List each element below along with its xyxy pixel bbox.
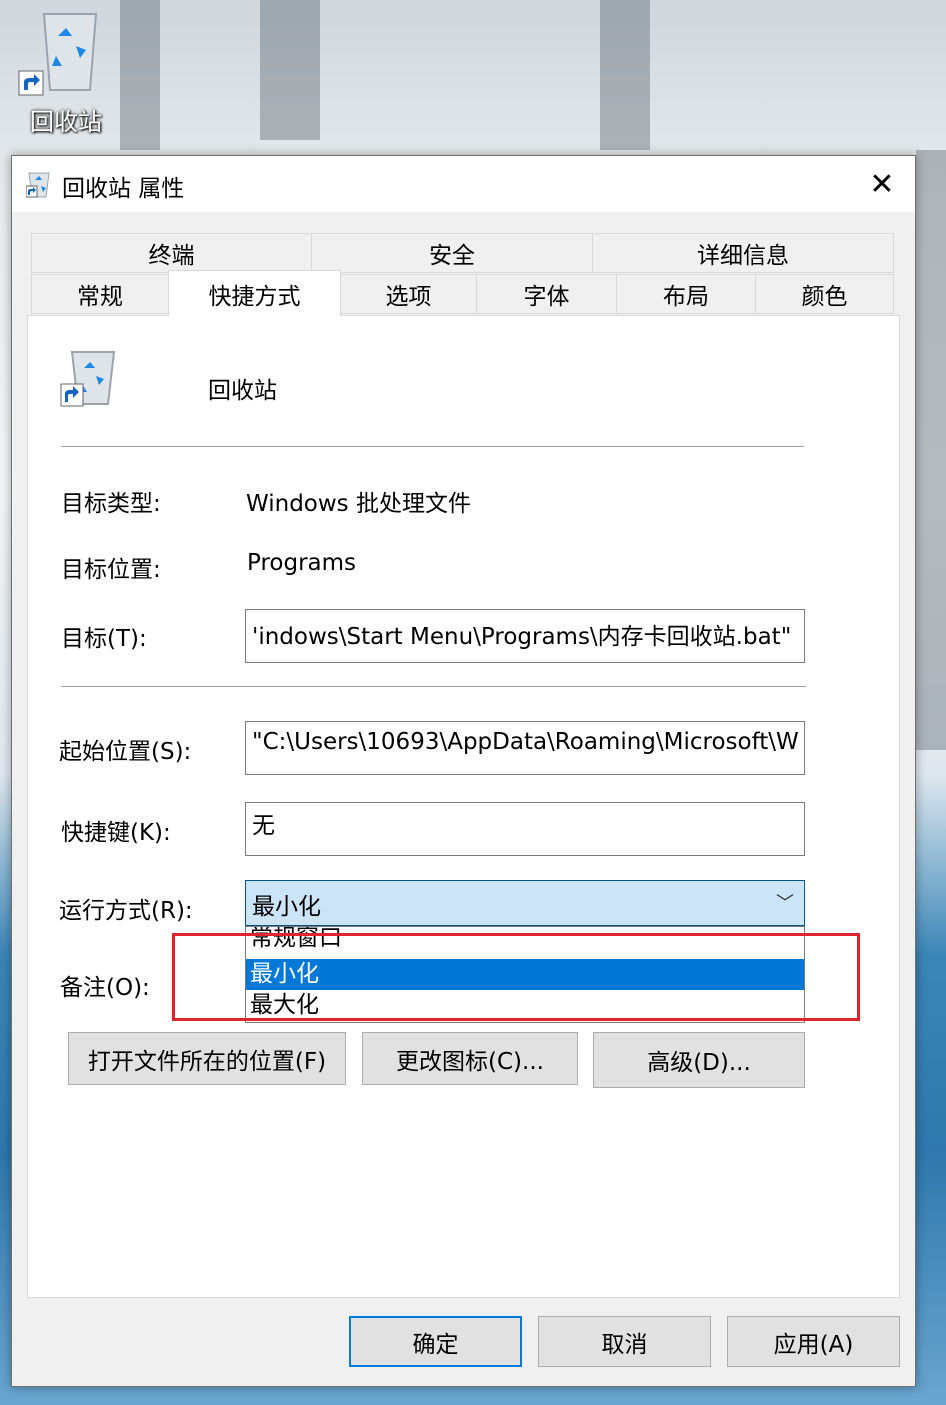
advanced-button[interactable]: 高级(D)... [593, 1032, 805, 1088]
tab-label: 字体 [523, 284, 570, 310]
run-mode-value: 最小化 [252, 894, 321, 920]
divider [61, 446, 804, 447]
cancel-button[interactable]: 取消 [538, 1316, 711, 1367]
run-mode-select[interactable]: 最小化 ﹀ [245, 880, 805, 926]
shortcut-arrow-icon [18, 70, 44, 96]
comment-label: 备注(O): [60, 975, 150, 1001]
change-icon-button[interactable]: 更改图标(C)... [362, 1032, 578, 1085]
target-location-label: 目标位置: [61, 557, 161, 583]
tab-options[interactable]: 选项 [340, 274, 477, 314]
tab-label: 安全 [429, 243, 475, 269]
recycle-bin-icon [42, 13, 98, 91]
hotkey-field[interactable]: 无 [245, 802, 805, 856]
tab-label: 颜色 [801, 284, 848, 310]
background-tree [120, 0, 160, 150]
button-label: 应用(A) [773, 1331, 854, 1358]
target-field[interactable]: 'indows\Start Menu\Programs\内存卡回收站.bat" [245, 609, 805, 663]
tab-terminal[interactable]: 终端 [31, 233, 312, 273]
target-label: 目标(T): [61, 626, 147, 652]
tab-content-panel: 回收站 目标类型: Windows 批处理文件 目标位置: Programs 目… [27, 315, 900, 1298]
tab-label: 快捷方式 [208, 283, 301, 310]
target-type-label: 目标类型: [61, 491, 161, 517]
apply-button[interactable]: 应用(A) [727, 1316, 900, 1367]
tab-label: 布局 [663, 284, 709, 310]
button-label: 更改图标(C)... [396, 1048, 544, 1075]
tab-colors[interactable]: 颜色 [755, 274, 894, 314]
chevron-down-icon: ﹀ [776, 893, 794, 914]
ok-button[interactable]: 确定 [349, 1316, 522, 1367]
hotkey-label: 快捷键(K): [61, 820, 171, 846]
tab-shortcut[interactable]: 快捷方式 [168, 270, 341, 316]
button-label: 取消 [601, 1331, 648, 1358]
background-tree [916, 150, 946, 750]
tab-label: 选项 [385, 284, 432, 310]
background-tree [600, 0, 650, 150]
button-label: 确定 [412, 1331, 459, 1358]
tab-details[interactable]: 详细信息 [592, 233, 894, 273]
recycle-bin-icon [26, 172, 50, 198]
close-button[interactable]: ✕ [849, 156, 915, 212]
title-bar[interactable]: 回收站 属性 ✕ [12, 156, 915, 212]
button-label: 打开文件所在的位置(F) [87, 1048, 327, 1075]
desktop-recycle-bin-shortcut[interactable]: 回收站 [18, 4, 110, 136]
tab-label: 终端 [148, 243, 195, 269]
target-location-value: Programs [247, 550, 357, 576]
close-icon: ✕ [869, 166, 895, 202]
shortcut-name: 回收站 [208, 378, 277, 404]
tab-font[interactable]: 字体 [476, 274, 617, 314]
tab-security[interactable]: 安全 [311, 233, 593, 273]
highlight-annotation-box [172, 933, 860, 1021]
target-type-value: Windows 批处理文件 [246, 491, 471, 517]
desktop-icon-label: 回收站 [30, 108, 102, 136]
divider [61, 686, 806, 687]
tab-label: 详细信息 [697, 243, 789, 269]
start-in-field[interactable]: "C:\Users\10693\AppData\Roaming\Microsof… [245, 721, 805, 775]
button-label: 高级(D)... [647, 1050, 751, 1076]
tab-general[interactable]: 常规 [31, 274, 169, 314]
start-in-label: 起始位置(S): [59, 739, 192, 765]
background-tree [260, 0, 320, 140]
window-title: 回收站 属性 [62, 176, 185, 202]
properties-dialog: 回收站 属性 ✕ 终端 安全 详细信息 常规 快捷方式 选项 字体 布局 颜色 [11, 155, 916, 1387]
run-label: 运行方式(R): [59, 898, 193, 924]
tab-layout[interactable]: 布局 [616, 274, 756, 314]
open-file-location-button[interactable]: 打开文件所在的位置(F) [68, 1032, 346, 1085]
recycle-bin-icon [60, 351, 116, 407]
tab-label: 常规 [77, 284, 123, 310]
